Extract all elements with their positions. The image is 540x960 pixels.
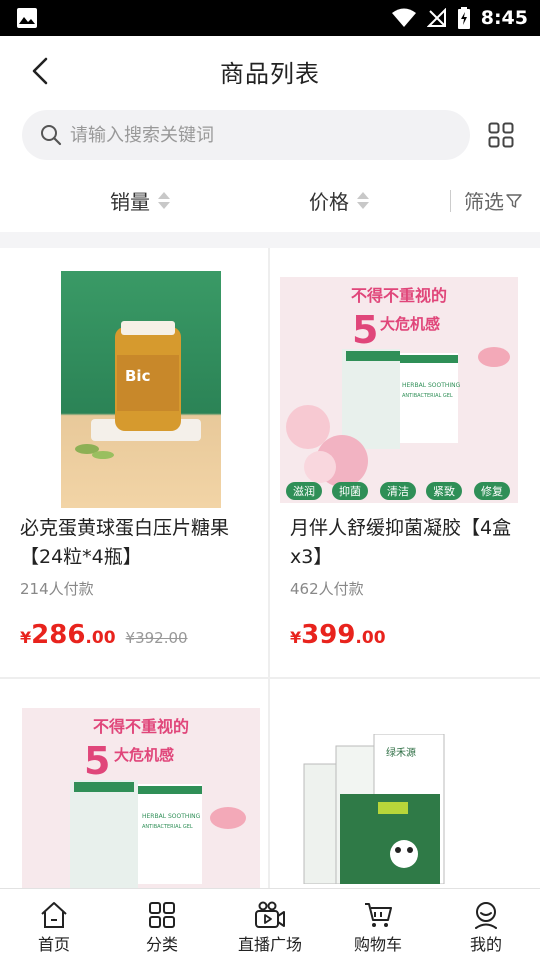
price-decimal: .00 bbox=[355, 628, 386, 648]
sold-count: 462人付款 bbox=[290, 580, 364, 598]
grid-view-icon[interactable] bbox=[488, 122, 514, 148]
image-tag: 紧致 bbox=[433, 484, 455, 498]
box-subtitle: ANTIBACTERIAL GEL bbox=[142, 824, 193, 830]
sort-by-price[interactable]: 价格 bbox=[309, 186, 369, 215]
search-bar bbox=[22, 110, 470, 160]
nav-label: 分类 bbox=[145, 935, 178, 954]
sold-count: 214人付款 bbox=[20, 580, 94, 598]
product-name: 月伴人舒缓抑菌凝胶【4盒x3】 bbox=[290, 517, 512, 568]
product-image: Bic bbox=[61, 271, 221, 508]
product-image: 不得不重视的 5 大危机感 HERBAL SOOTHING ANTIBACTER… bbox=[280, 277, 518, 503]
search-icon bbox=[41, 125, 62, 146]
product-card[interactable]: Bic 必克蛋黄球蛋白压片糖果【24粒*4瓶】 214人付款 ¥ 286 .00… bbox=[0, 248, 268, 677]
image-headline: 不得不重视的 bbox=[351, 286, 447, 305]
currency-symbol: ¥ bbox=[290, 628, 302, 647]
nav-cart[interactable]: 购物车 bbox=[324, 889, 432, 960]
nav-label: 购物车 bbox=[353, 935, 402, 954]
price-decimal: .00 bbox=[85, 628, 116, 648]
sort-sales-label: 销量 bbox=[110, 190, 150, 214]
image-tag: 滋润 bbox=[293, 484, 315, 498]
status-time: 8:45 bbox=[480, 7, 528, 29]
image-headline2: 大危机感 bbox=[114, 746, 174, 764]
product-card[interactable]: 不得不重视的 5 大危机感 HERBAL SOOTHING ANTIBACTER… bbox=[0, 679, 268, 888]
header: 商品列表 bbox=[0, 36, 540, 104]
nav-label: 我的 bbox=[469, 935, 502, 954]
image-tag: 修复 bbox=[481, 484, 503, 498]
cart-icon bbox=[365, 903, 392, 927]
sort-bar: 销量 价格 bbox=[0, 170, 540, 232]
sort-divider bbox=[450, 190, 451, 212]
nav-live[interactable]: 直播广场 bbox=[216, 889, 324, 960]
filter-label: 筛选 bbox=[464, 190, 504, 214]
image-icon bbox=[17, 8, 37, 28]
page-title: 商品列表 bbox=[220, 60, 320, 88]
battery-icon bbox=[457, 7, 470, 29]
product-price: ¥ 286 .00 ¥392.00 bbox=[20, 620, 188, 650]
search-input[interactable] bbox=[70, 110, 450, 160]
nav-home[interactable]: 首页 bbox=[0, 889, 108, 960]
image-headline: 不得不重视的 bbox=[93, 717, 189, 736]
image-tag: 抑菌 bbox=[339, 484, 361, 498]
product-price: ¥ 399 .00 bbox=[290, 620, 386, 650]
sort-arrows-icon bbox=[357, 192, 369, 209]
product-grid: Bic 必克蛋黄球蛋白压片糖果【24粒*4瓶】 214人付款 ¥ 286 .00… bbox=[0, 248, 540, 888]
category-icon bbox=[149, 902, 175, 928]
brand-text: 绿禾源 bbox=[386, 746, 416, 759]
home-icon bbox=[41, 902, 67, 928]
original-price: ¥392.00 bbox=[125, 629, 188, 647]
nav-profile[interactable]: 我的 bbox=[432, 889, 540, 960]
profile-icon bbox=[475, 902, 497, 929]
product-image: 绿禾源 bbox=[300, 734, 470, 884]
product-image: 不得不重视的 5 大危机感 HERBAL SOOTHING ANTIBACTER… bbox=[22, 708, 260, 888]
nav-category[interactable]: 分类 bbox=[108, 889, 216, 960]
image-tag: 清洁 bbox=[387, 485, 409, 498]
wifi-icon bbox=[391, 8, 416, 27]
image-big-number: 5 bbox=[352, 308, 378, 352]
currency-symbol: ¥ bbox=[20, 628, 32, 647]
bottle-label-text: Bic bbox=[125, 367, 150, 385]
price-integer: 286 bbox=[31, 620, 86, 650]
sort-price-label: 价格 bbox=[309, 190, 349, 214]
sort-arrows-icon bbox=[158, 192, 170, 209]
nav-label: 首页 bbox=[37, 935, 70, 954]
product-name: 必克蛋黄球蛋白压片糖果【24粒*4瓶】 bbox=[20, 517, 230, 568]
product-card[interactable]: 绿禾源 bbox=[270, 679, 540, 888]
image-headline2: 大危机感 bbox=[380, 315, 440, 333]
filter-icon bbox=[506, 193, 522, 208]
filter-button[interactable]: 筛选 bbox=[464, 186, 522, 215]
section-separator bbox=[0, 232, 540, 248]
image-big-number: 5 bbox=[84, 739, 110, 783]
box-title: HERBAL SOOTHING bbox=[142, 813, 201, 820]
price-integer: 399 bbox=[301, 620, 356, 650]
no-signal-icon bbox=[426, 8, 446, 27]
box-title: HERBAL SOOTHING bbox=[402, 382, 461, 389]
nav-label: 直播广场 bbox=[237, 935, 302, 954]
status-bar: 8:45 bbox=[0, 0, 540, 36]
live-icon bbox=[255, 901, 285, 928]
sort-by-sales[interactable]: 销量 bbox=[110, 186, 170, 215]
box-subtitle: ANTIBACTERIAL GEL bbox=[402, 393, 453, 399]
product-card[interactable]: 不得不重视的 5 大危机感 HERBAL SOOTHING ANTIBACTER… bbox=[270, 248, 540, 677]
bottom-nav: 首页 分类 直播广场 购物车 我的 bbox=[0, 888, 540, 960]
